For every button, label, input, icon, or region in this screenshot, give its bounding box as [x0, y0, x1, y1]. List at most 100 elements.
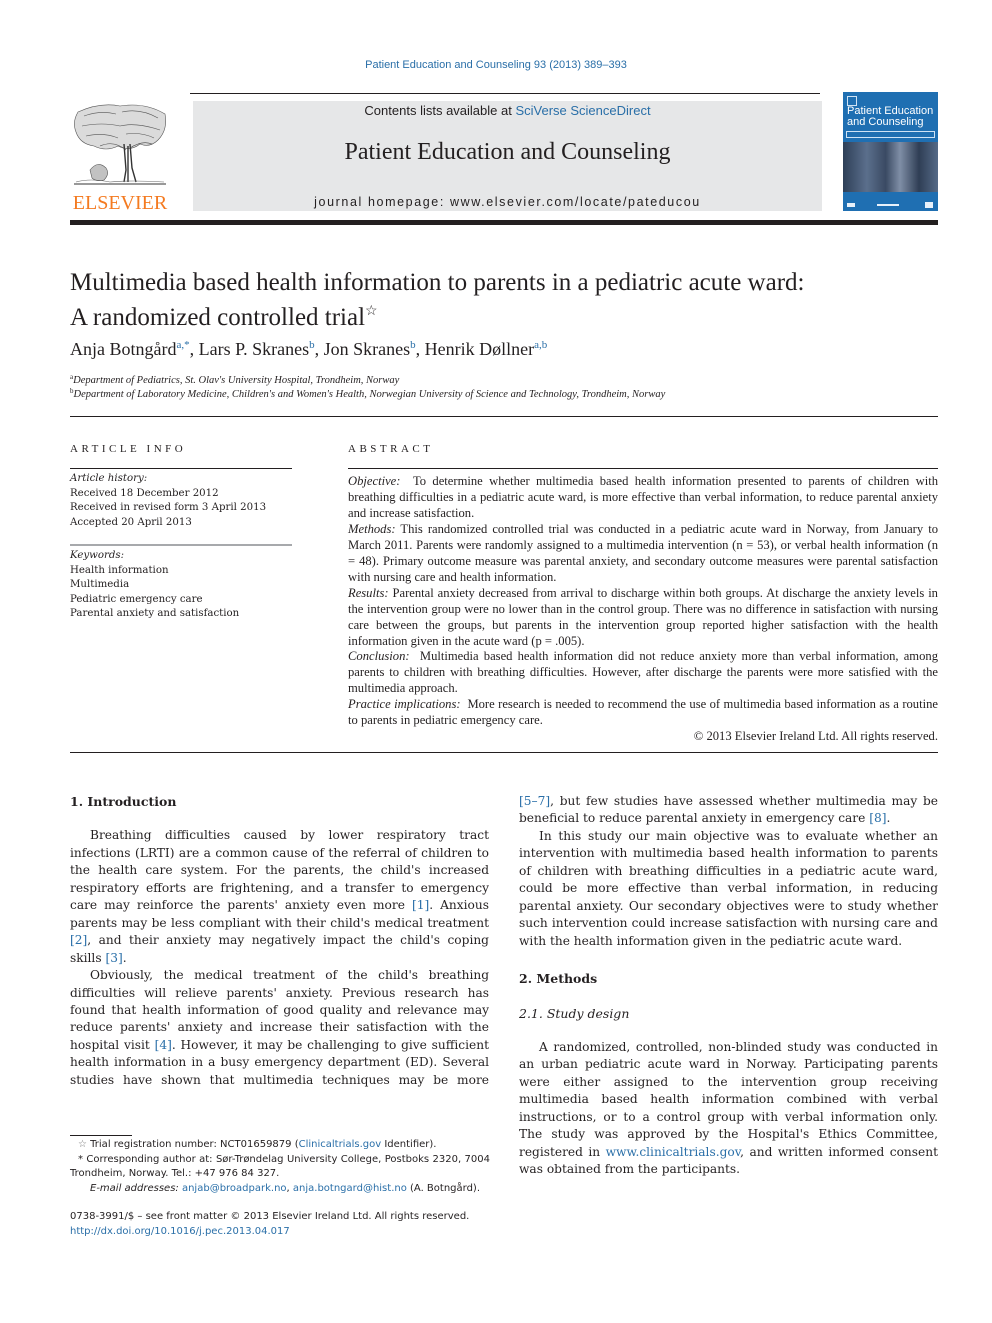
email-label: E-mail addresses:	[90, 1182, 179, 1194]
footnote-text: Identifier).	[381, 1139, 437, 1150]
article-title: Multimedia based health information to p…	[70, 268, 938, 332]
intro-paragraph-1: Breathing difficulties caused by lower r…	[70, 827, 489, 967]
citation-link[interactable]: [1]	[412, 898, 429, 912]
abstract-results: Results: Parental anxiety decreased from…	[348, 586, 938, 650]
history-accepted: Accepted 20 April 2013	[70, 516, 192, 528]
footnote-text: (A. Botngård).	[406, 1182, 481, 1194]
title-line-1: Multimedia based health information to p…	[70, 269, 805, 296]
abstract-section-text: To determine whether multimedia based he…	[348, 474, 938, 520]
author-separator: ,	[415, 339, 425, 359]
affiliation-text: Department of Pediatrics, St. Olav's Uni…	[73, 375, 400, 386]
email-link[interactable]: anja.botngard@hist.no	[293, 1183, 407, 1194]
history-revised: Received in revised form 3 April 2013	[70, 502, 267, 514]
body-column-right: [5–7], but few studies have assessed whe…	[519, 793, 938, 1179]
paragraph-text: .	[122, 950, 127, 965]
elsevier-tree-icon	[74, 104, 166, 185]
keywords: Keywords: Health information Multimedia …	[70, 549, 292, 622]
author-list: Anja Botngårda,*, Lars P. Skranesb, Jon …	[70, 339, 547, 360]
contents-available-line: Contents lists available at SciVerse Sci…	[193, 103, 822, 118]
abstract-section-text: Parental anxiety decreased from arrival …	[348, 585, 938, 648]
issn-line: 0738-3991/$ – see front matter © 2013 El…	[70, 1211, 470, 1223]
title-footnote-star-icon[interactable]: ☆	[365, 304, 378, 319]
author-separator: ,	[189, 339, 199, 359]
abstract-conclusion: Conclusion: Multimedia based health info…	[348, 649, 938, 697]
author-separator: ,	[314, 339, 324, 359]
abstract-practice-implications: Practice implications: More research is …	[348, 697, 938, 729]
cover-title-line2: and Counseling	[847, 116, 924, 128]
abstract-section-text: This randomized controlled trial was con…	[348, 521, 938, 584]
intro-paragraph-2: Obviously, the medical treatment of the …	[70, 967, 489, 1089]
journal-homepage[interactable]: journal homepage: www.elsevier.com/locat…	[193, 195, 822, 209]
article-history-label: Article history:	[70, 473, 148, 484]
abstract-section-label: Methods:	[348, 521, 396, 536]
subsection-heading-study-design: 2.1. Study design	[519, 1005, 630, 1021]
abstract-methods: Methods: This randomized controlled tria…	[348, 522, 938, 586]
intro-paragraph-2-continued: [5–7], but few studies have assessed whe…	[519, 793, 938, 828]
citation-link[interactable]: [3]	[105, 951, 122, 965]
email-link[interactable]: anjab@broadpark.no	[182, 1183, 287, 1194]
footnote-corresponding-author: * Corresponding author at: Sør-Trøndelag…	[70, 1153, 490, 1182]
section-heading-introduction: 1. Introduction	[70, 794, 177, 809]
doi-link[interactable]: http://dx.doi.org/10.1016/j.pec.2013.04.…	[70, 1226, 290, 1237]
abstract-rule	[348, 468, 938, 469]
footnotes: ☆ Trial registration number: NCT01659879…	[70, 1138, 490, 1240]
abstract-section-label: Conclusion:	[348, 649, 410, 664]
body-column-left: 1. Introduction Breathing difficulties c…	[70, 793, 489, 1089]
author-name[interactable]: Henrik Døllner	[425, 339, 534, 359]
article-history: Article history: Received 18 December 20…	[70, 472, 292, 530]
citation-link[interactable]: [4]	[155, 1038, 172, 1052]
abstract-section-label: Objective:	[348, 474, 401, 488]
footnote-asterisk-icon: *	[78, 1153, 83, 1165]
cover-subtitle-box	[846, 131, 935, 138]
paragraph-text: , and their anxiety may negatively impac…	[70, 933, 489, 965]
footnote-text: Trial registration number: NCT01659879 (	[90, 1139, 299, 1150]
footnote-rule	[70, 1135, 132, 1136]
citation-link[interactable]: [8]	[869, 811, 886, 825]
methods-paragraph-1: A randomized, controlled, non-blinded st…	[519, 1039, 938, 1179]
footnote-emails: E-mail addresses: anjab@broadpark.no, an…	[90, 1182, 481, 1194]
sciencedirect-link[interactable]: SciVerse ScienceDirect	[515, 103, 650, 118]
masthead-top-rule	[190, 93, 820, 94]
author-affiliation-mark[interactable]: a,b	[534, 339, 547, 351]
footnote-trial-registration: ☆ Trial registration number: NCT01659879…	[70, 1138, 490, 1153]
keyword-item: Multimedia	[70, 579, 130, 591]
keyword-item: Parental anxiety and satisfaction	[70, 608, 240, 620]
abstract-section-label: Results:	[348, 585, 389, 600]
abstract-heading: ABSTRACT	[348, 443, 434, 455]
journal-name: Patient Education and Counseling	[344, 139, 671, 165]
elsevier-wordmark: ELSEVIER	[72, 192, 168, 214]
paragraph-text: A randomized, controlled, non-blinded st…	[519, 1039, 938, 1159]
keyword-item: Health information	[70, 564, 169, 576]
journal-cover-image[interactable]: Patient Education and Counseling	[843, 92, 938, 211]
elsevier-logo[interactable]: ELSEVIER	[70, 100, 170, 214]
cover-footer-logos	[847, 202, 933, 208]
cover-photo-strip	[843, 142, 938, 192]
intro-paragraph-3: In this study our main objective was to …	[519, 828, 938, 948]
author-name[interactable]: Anja Botngård	[70, 339, 176, 359]
abstract-section-text: Multimedia based health information did …	[348, 649, 938, 696]
contents-prefix: Contents lists available at	[364, 103, 516, 118]
section-heading-methods: 2. Methods	[519, 971, 598, 987]
author-name[interactable]: Jon Skranes	[324, 339, 411, 359]
citation-link[interactable]: [2]	[70, 933, 87, 947]
abstract-body: Objective: To determine whether multimed…	[348, 474, 938, 745]
abstract-objective: Objective: To determine whether multimed…	[348, 474, 938, 522]
keywords-label: Keywords:	[70, 550, 125, 561]
abstract-section-label: Practice implications:	[348, 697, 461, 712]
clinicaltrials-footnote-link[interactable]: Clinicaltrials.gov	[299, 1139, 382, 1150]
clinicaltrials-link[interactable]: www.clinicaltrials.gov	[606, 1145, 741, 1159]
author-name[interactable]: Lars P. Skranes	[199, 339, 310, 359]
header-separator-rule	[70, 416, 938, 417]
cover-title: Patient Education and Counseling	[847, 106, 933, 128]
keyword-item: Pediatric emergency care	[70, 593, 203, 605]
affiliation-b: bDepartment of Laboratory Medicine, Chil…	[70, 387, 665, 400]
article-info-heading: ARTICLE INFO	[70, 443, 187, 455]
affiliation-a: aDepartment of Pediatrics, St. Olav's Un…	[70, 373, 399, 386]
title-line-2: A randomized controlled trial☆	[70, 297, 938, 332]
keywords-rule	[70, 544, 292, 546]
author-affiliation-mark[interactable]: a,*	[176, 339, 189, 351]
abstract-copyright: © 2013 Elsevier Ireland Ltd. All rights …	[693, 729, 938, 744]
running-header[interactable]: Patient Education and Counseling 93 (201…	[0, 59, 992, 71]
citation-link[interactable]: [5–7]	[519, 794, 550, 808]
paragraph-text: .	[886, 811, 891, 826]
